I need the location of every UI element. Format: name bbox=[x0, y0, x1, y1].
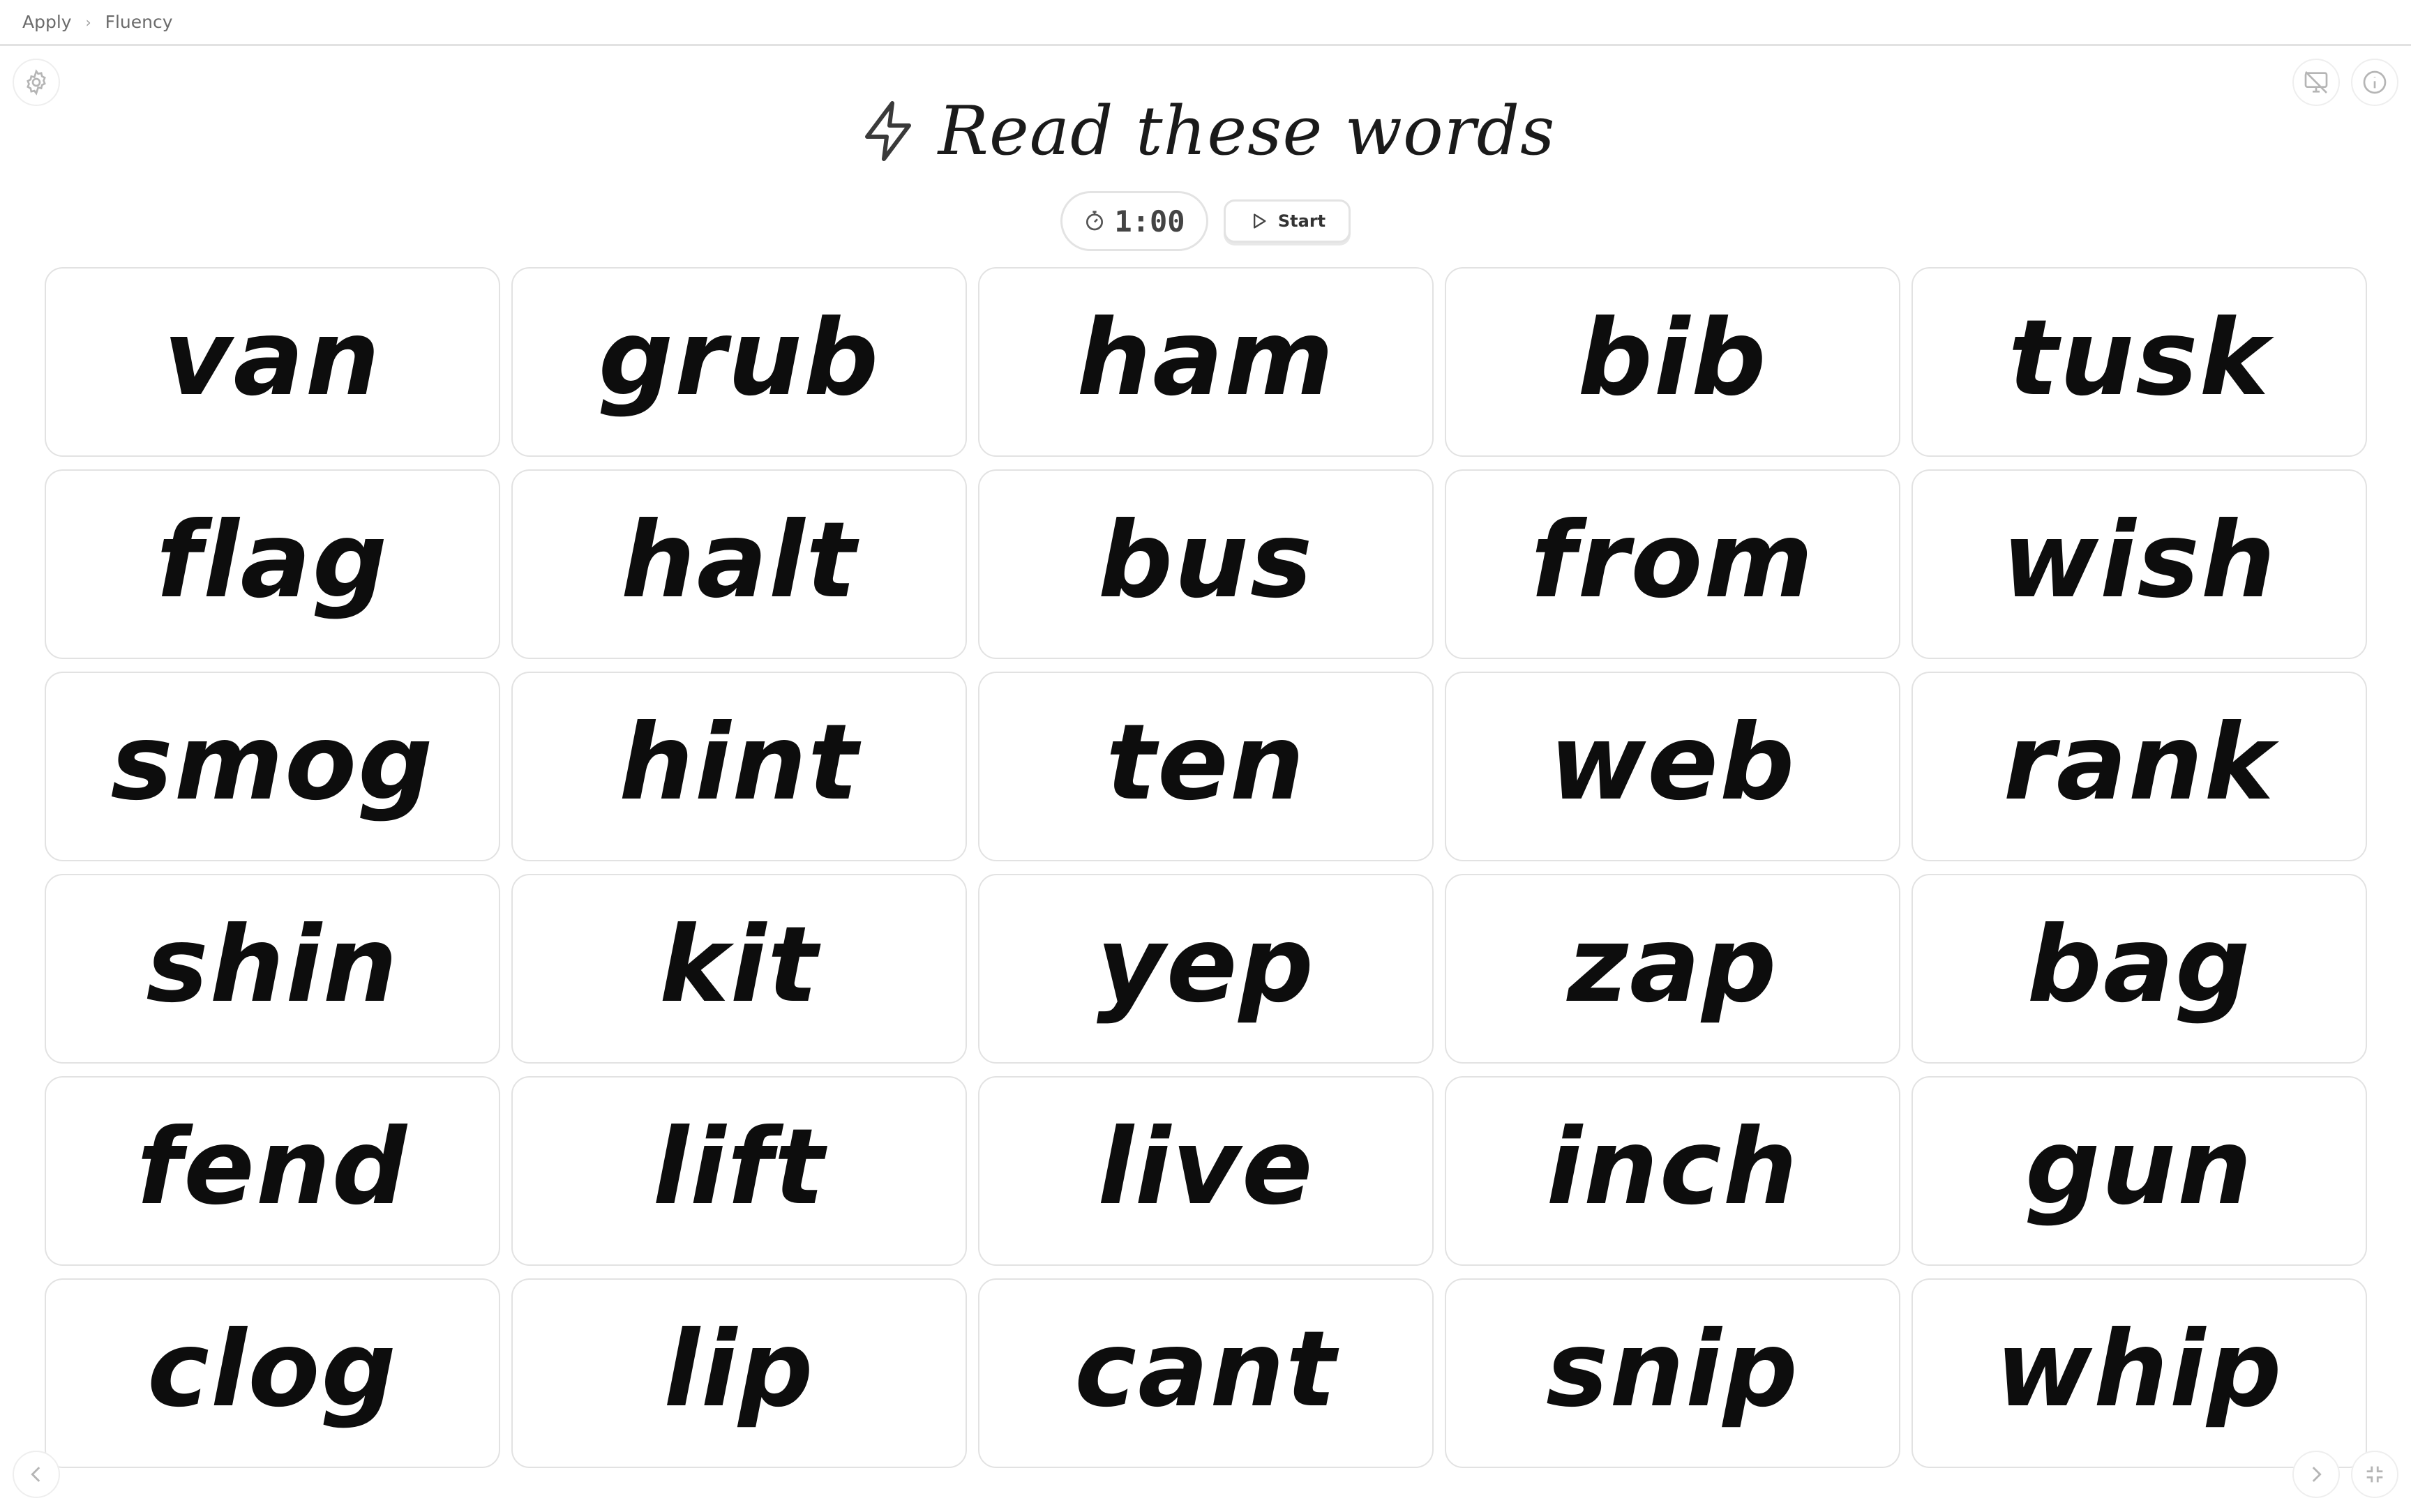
stopwatch-icon bbox=[1086, 211, 1104, 231]
word-card[interactable]: halt bbox=[511, 469, 967, 659]
title-text: Read these words bbox=[938, 92, 1556, 170]
lightning-icon bbox=[864, 101, 911, 161]
breadcrumb: Apply › Fluency bbox=[0, 0, 2411, 46]
word-text: from bbox=[1531, 500, 1815, 621]
word-card[interactable]: ham bbox=[978, 267, 1434, 457]
word-text: yep bbox=[1097, 905, 1315, 1026]
word-text: flag bbox=[156, 500, 389, 621]
word-card[interactable]: grub bbox=[511, 267, 967, 457]
word-card[interactable]: inch bbox=[1445, 1076, 1900, 1266]
word-text: shin bbox=[146, 905, 399, 1026]
word-card[interactable]: yep bbox=[978, 874, 1434, 1064]
word-text: lift bbox=[652, 1107, 826, 1228]
word-text: zap bbox=[1567, 905, 1778, 1026]
word-card[interactable]: lip bbox=[511, 1278, 967, 1468]
word-card[interactable]: lift bbox=[511, 1076, 967, 1266]
word-card[interactable]: cant bbox=[978, 1278, 1434, 1468]
word-card[interactable]: rank bbox=[1911, 672, 2367, 861]
word-card[interactable]: bus bbox=[978, 469, 1434, 659]
word-card[interactable]: bib bbox=[1445, 267, 1900, 457]
word-text: fend bbox=[136, 1107, 409, 1228]
word-text: bag bbox=[2027, 905, 2252, 1026]
timer-controls: 1:00 Start bbox=[0, 191, 2411, 251]
word-text: ten bbox=[1106, 702, 1306, 824]
word-text: van bbox=[163, 298, 382, 419]
word-text: clog bbox=[147, 1309, 398, 1430]
word-card[interactable]: tusk bbox=[1911, 267, 2367, 457]
start-button[interactable]: Start bbox=[1224, 199, 1351, 243]
word-text: wish bbox=[2001, 500, 2277, 621]
word-card[interactable]: gun bbox=[1911, 1076, 2367, 1266]
word-card[interactable]: fend bbox=[45, 1076, 500, 1266]
page-title: Read these words bbox=[0, 82, 2411, 180]
minimize-icon bbox=[2366, 1466, 2383, 1483]
word-text: hint bbox=[619, 702, 859, 824]
word-text: web bbox=[1549, 702, 1796, 824]
word-text: gun bbox=[2025, 1107, 2253, 1228]
word-card[interactable]: clog bbox=[45, 1278, 500, 1468]
word-card[interactable]: live bbox=[978, 1076, 1434, 1266]
word-text: inch bbox=[1546, 1107, 1799, 1228]
word-card[interactable]: kit bbox=[511, 874, 967, 1064]
word-card[interactable]: wish bbox=[1911, 469, 2367, 659]
next-button[interactable] bbox=[2292, 1451, 2340, 1498]
word-text: tusk bbox=[2008, 298, 2271, 419]
word-card[interactable]: smog bbox=[45, 672, 500, 861]
word-text: snip bbox=[1546, 1309, 1799, 1430]
word-card[interactable]: bag bbox=[1911, 874, 2367, 1064]
word-text: rank bbox=[2003, 702, 2276, 824]
word-card[interactable]: flag bbox=[45, 469, 500, 659]
chevron-left-icon bbox=[31, 1467, 40, 1482]
word-text: smog bbox=[110, 702, 435, 824]
timer-display: 1:00 bbox=[1060, 191, 1208, 251]
word-card[interactable]: web bbox=[1445, 672, 1900, 861]
word-text: live bbox=[1097, 1107, 1314, 1228]
breadcrumb-apply[interactable]: Apply bbox=[22, 12, 72, 32]
play-icon bbox=[1253, 213, 1266, 229]
word-text: bib bbox=[1577, 298, 1768, 419]
word-card[interactable]: ten bbox=[978, 672, 1434, 861]
word-text: lip bbox=[663, 1309, 815, 1430]
word-text: grub bbox=[598, 298, 880, 419]
word-card[interactable]: from bbox=[1445, 469, 1900, 659]
chevron-right-icon bbox=[2312, 1467, 2322, 1482]
word-text: ham bbox=[1076, 298, 1335, 419]
word-text: whip bbox=[1995, 1309, 2283, 1430]
exit-fullscreen-button[interactable] bbox=[2351, 1451, 2398, 1498]
word-text: cant bbox=[1074, 1309, 1337, 1430]
breadcrumb-separator: › bbox=[85, 13, 91, 31]
timer-value: 1:00 bbox=[1114, 204, 1185, 239]
word-text: bus bbox=[1097, 500, 1314, 621]
word-card[interactable]: van bbox=[45, 267, 500, 457]
word-grid: van grub ham bib tusk flag halt bus from… bbox=[45, 267, 2367, 1468]
start-label: Start bbox=[1277, 211, 1326, 231]
word-card[interactable]: snip bbox=[1445, 1278, 1900, 1468]
word-card[interactable]: whip bbox=[1911, 1278, 2367, 1468]
word-card[interactable]: shin bbox=[45, 874, 500, 1064]
word-text: halt bbox=[620, 500, 858, 621]
word-text: kit bbox=[659, 905, 819, 1026]
word-card[interactable]: zap bbox=[1445, 874, 1900, 1064]
breadcrumb-fluency[interactable]: Fluency bbox=[105, 12, 173, 32]
previous-button[interactable] bbox=[13, 1451, 60, 1498]
word-card[interactable]: hint bbox=[511, 672, 967, 861]
